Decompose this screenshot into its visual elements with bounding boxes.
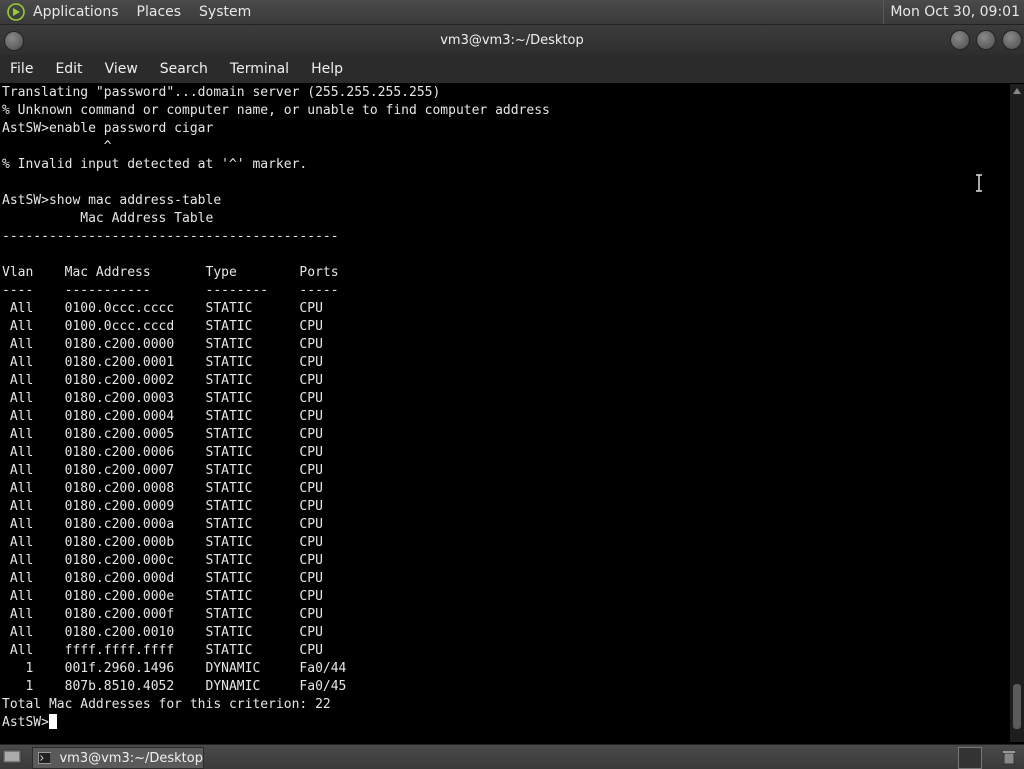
terminal-line: All 0100.0ccc.cccd STATIC CPU: [2, 319, 323, 334]
terminal-line: All 0180.c200.0009 STATIC CPU: [2, 499, 323, 514]
trash-icon[interactable]: [1000, 748, 1018, 766]
terminal-line: All 0180.c200.000f STATIC CPU: [2, 607, 323, 622]
terminal-line: All ffff.ffff.ffff STATIC CPU: [2, 643, 323, 658]
terminal-line: % Invalid input detected at '^' marker.: [2, 157, 308, 172]
terminal-line: Mac Address Table: [2, 211, 214, 226]
menu-file[interactable]: File: [10, 59, 33, 79]
terminal-line: All 0180.c200.0002 STATIC CPU: [2, 373, 323, 388]
terminal-line: All 0180.c200.0005 STATIC CPU: [2, 427, 323, 442]
terminal-line: ----------------------------------------…: [2, 229, 339, 244]
menu-view[interactable]: View: [105, 59, 138, 79]
menu-edit[interactable]: Edit: [55, 59, 82, 79]
terminal-line: All 0180.c200.0010 STATIC CPU: [2, 625, 323, 640]
text-cursor-icon: [976, 174, 982, 192]
minimize-button[interactable]: [950, 30, 970, 50]
terminal-line: Vlan Mac Address Type Ports: [2, 265, 339, 280]
taskbar-task-label: vm3@vm3:~/Desktop: [59, 750, 203, 766]
applications-menu[interactable]: Applications: [33, 4, 119, 20]
terminal-prompt: AstSW>: [2, 715, 49, 730]
terminal-line: All 0180.c200.0003 STATIC CPU: [2, 391, 323, 406]
show-desktop-icon[interactable]: [2, 748, 22, 766]
scroll-up-icon[interactable]: [1013, 88, 1021, 94]
terminal-line: All 0180.c200.000b STATIC CPU: [2, 535, 323, 550]
terminal-menubar: File Edit View Search Terminal Help: [0, 55, 1024, 83]
terminal-output[interactable]: Translating "password"...domain server (…: [0, 84, 1010, 742]
terminal-line: ---- ----------- -------- -----: [2, 283, 339, 298]
taskbar-terminal-button[interactable]: vm3@vm3:~/Desktop: [32, 747, 204, 769]
menu-search[interactable]: Search: [160, 59, 208, 79]
terminal-line: All 0180.c200.0006 STATIC CPU: [2, 445, 323, 460]
terminal-line: All 0100.0ccc.cccc STATIC CPU: [2, 301, 323, 316]
menu-terminal[interactable]: Terminal: [230, 59, 289, 79]
menu-help[interactable]: Help: [311, 59, 343, 79]
terminal-scrollbar[interactable]: [1010, 84, 1024, 742]
terminal-icon: [38, 752, 52, 764]
scrollbar-thumb[interactable]: [1013, 684, 1021, 729]
terminal-line: AstSW>show mac address-table: [2, 193, 222, 208]
terminal-line: All 0180.c200.000c STATIC CPU: [2, 553, 323, 568]
terminal-line: All 0180.c200.0007 STATIC CPU: [2, 463, 323, 478]
terminal-line: Translating "password"...domain server (…: [2, 85, 441, 100]
window-title: vm3@vm3:~/Desktop: [440, 32, 584, 48]
terminal-line: Total Mac Addresses for this criterion: …: [2, 697, 331, 712]
terminal-line: AstSW>enable password cigar: [2, 121, 214, 136]
close-button[interactable]: [1002, 30, 1022, 50]
terminal-line: 1 807b.8510.4052 DYNAMIC Fa0/45: [2, 679, 347, 694]
terminal-prompt-line[interactable]: AstSW>: [0, 714, 1010, 732]
window-titlebar[interactable]: vm3@vm3:~/Desktop: [0, 25, 1024, 55]
distro-logo-icon[interactable]: [7, 3, 25, 21]
terminal-line: All 0180.c200.0004 STATIC CPU: [2, 409, 323, 424]
bottom-panel: vm3@vm3:~/Desktop: [0, 744, 1024, 769]
terminal-line: ^: [2, 139, 112, 154]
terminal-line: All 0180.c200.0000 STATIC CPU: [2, 337, 323, 352]
terminal-cursor: [48, 714, 57, 729]
terminal-line: All 0180.c200.000a STATIC CPU: [2, 517, 323, 532]
terminal-line: All 0180.c200.0001 STATIC CPU: [2, 355, 323, 370]
window-menu-icon[interactable]: [4, 31, 24, 51]
terminal-line: All 0180.c200.0008 STATIC CPU: [2, 481, 323, 496]
panel-clock[interactable]: Mon Oct 30, 09:01: [883, 0, 1020, 24]
system-menu[interactable]: System: [199, 4, 251, 20]
maximize-button[interactable]: [976, 30, 996, 50]
top-panel: Applications Places System Mon Oct 30, 0…: [0, 0, 1024, 25]
places-menu[interactable]: Places: [137, 4, 182, 20]
workspace-switcher[interactable]: [958, 747, 982, 769]
terminal-line: All 0180.c200.000e STATIC CPU: [2, 589, 323, 604]
terminal-line: 1 001f.2960.1496 DYNAMIC Fa0/44: [2, 661, 347, 676]
terminal-line: % Unknown command or computer name, or u…: [2, 103, 550, 118]
terminal-line: All 0180.c200.000d STATIC CPU: [2, 571, 323, 586]
